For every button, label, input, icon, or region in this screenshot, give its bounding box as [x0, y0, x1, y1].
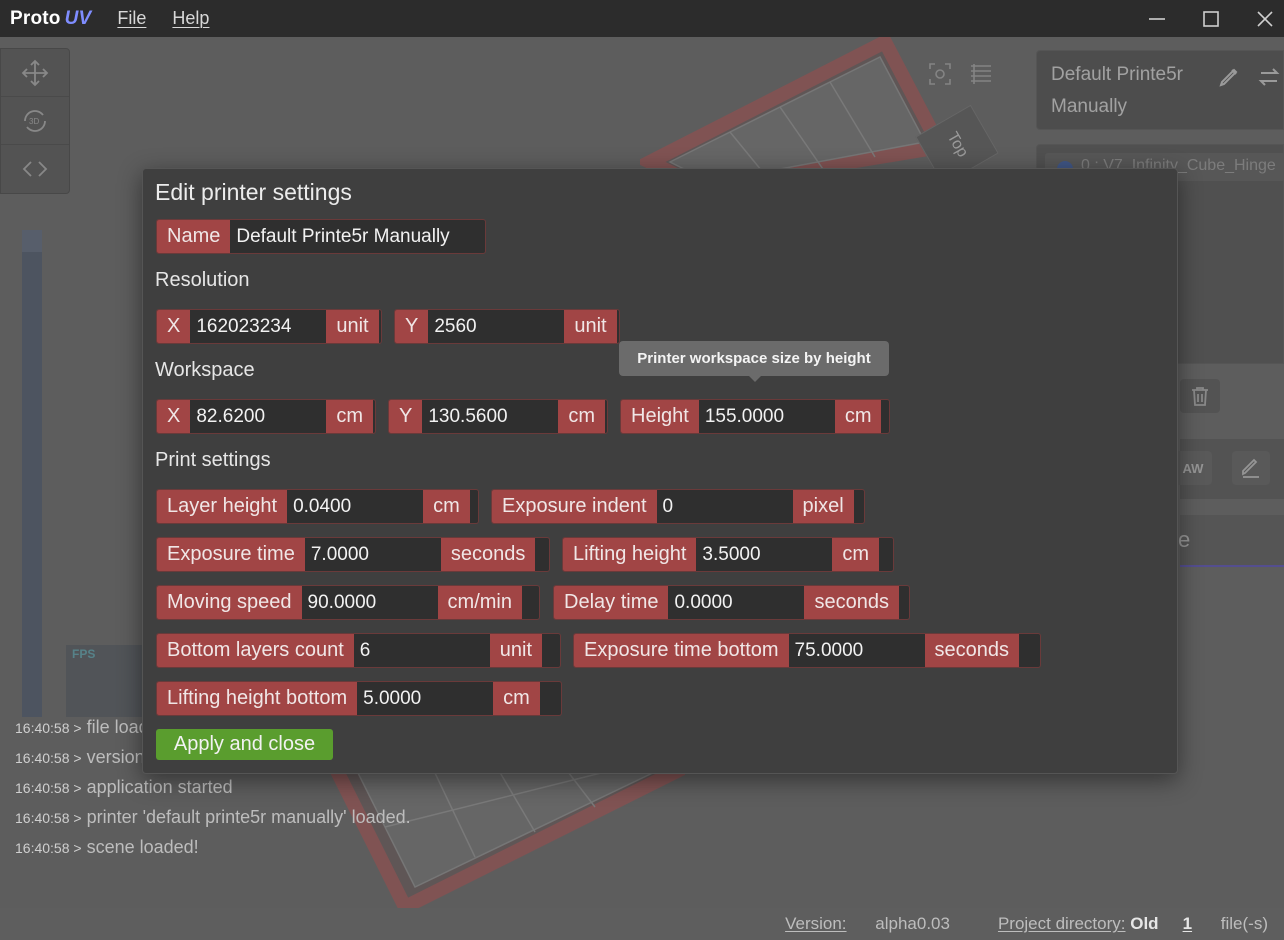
close-button[interactable] — [1238, 0, 1284, 37]
file-count-status[interactable]: 1 file(-s) — [1183, 914, 1268, 934]
log-line: 16:40:58 > printer 'default printe5r man… — [15, 807, 411, 827]
layer-height-unit: cm — [423, 490, 470, 523]
exposure-time-bottom-field: Exposure time bottom seconds — [573, 633, 1041, 668]
resolution-x-label: X — [157, 310, 191, 343]
log-line: 16:40:58 > application started — [15, 777, 233, 797]
resolution-x-unit: unit — [326, 310, 379, 343]
exposure-time-label: Exposure time — [157, 538, 305, 571]
lifting-height-input[interactable] — [696, 538, 833, 571]
layer-height-label: Layer height — [157, 490, 288, 523]
resolution-x-input[interactable] — [190, 310, 327, 343]
workspace-y-label: Y — [389, 400, 423, 433]
close-icon — [1257, 10, 1273, 27]
resolution-y-input[interactable] — [428, 310, 565, 343]
resolution-x-field: X unit — [156, 309, 382, 344]
menu-file[interactable]: File — [117, 8, 146, 29]
workspace-height-label: Height — [621, 400, 699, 433]
workspace-x-label: X — [157, 400, 191, 433]
print-settings-heading: Print settings — [155, 449, 271, 471]
workspace-y-field: Y cm — [388, 399, 608, 434]
bottom-layers-count-input[interactable] — [353, 634, 490, 667]
maximize-button[interactable] — [1184, 0, 1238, 37]
exposure-indent-input[interactable] — [656, 490, 793, 523]
moving-speed-input[interactable] — [301, 586, 438, 619]
workspace-height-unit: cm — [834, 400, 882, 433]
maximize-icon — [1203, 10, 1219, 27]
app-logo: Proto UV — [10, 8, 91, 30]
workspace-height-field: Height cm — [620, 399, 890, 434]
exposure-time-bottom-label: Exposure time bottom — [574, 634, 789, 667]
edit-printer-dialog: Edit printer settings Name Resolution X … — [142, 168, 1178, 774]
log-line: 16:40:58 > scene loaded! — [15, 837, 199, 857]
minimize-button[interactable] — [1130, 0, 1184, 37]
menu-help[interactable]: Help — [172, 8, 209, 29]
workspace-height-tooltip: Printer workspace size by height — [619, 341, 889, 382]
minimize-icon — [1149, 17, 1165, 20]
workspace-heading: Workspace — [155, 359, 255, 381]
lifting-height-bottom-field: Lifting height bottom cm — [156, 681, 562, 716]
lifting-height-bottom-input[interactable] — [357, 682, 494, 715]
layer-height-input[interactable] — [287, 490, 424, 523]
lifting-height-unit: cm — [832, 538, 880, 571]
delay-time-input[interactable] — [668, 586, 805, 619]
name-label: Name — [157, 220, 231, 253]
bottom-layers-count-unit: unit — [489, 634, 542, 667]
exposure-indent-label: Exposure indent — [492, 490, 657, 523]
exposure-time-bottom-unit: seconds — [924, 634, 1020, 667]
version-status: Version: alpha0.03 — [785, 914, 950, 933]
lifting-height-bottom-unit: cm — [493, 682, 540, 715]
resolution-y-field: Y unit — [394, 309, 620, 344]
exposure-indent-field: Exposure indent pixel — [491, 489, 865, 524]
resolution-y-label: Y — [395, 310, 429, 343]
apply-and-close-button[interactable]: Apply and close — [156, 729, 333, 760]
printer-name-input[interactable] — [230, 220, 481, 253]
moving-speed-label: Moving speed — [157, 586, 302, 619]
workspace-x-field: X cm — [156, 399, 376, 434]
status-bar: Version: alpha0.03 Project directory: Ol… — [0, 908, 1284, 940]
layer-height-field: Layer height cm — [156, 489, 479, 524]
lifting-height-bottom-label: Lifting height bottom — [157, 682, 358, 715]
dialog-title: Edit printer settings — [155, 179, 352, 205]
moving-speed-field: Moving speed cm/min — [156, 585, 540, 620]
resolution-heading: Resolution — [155, 269, 250, 291]
printer-name-field: Name — [156, 219, 486, 254]
workspace-x-unit: cm — [326, 400, 374, 433]
logo-mark: UV — [64, 7, 92, 29]
delay-time-label: Delay time — [554, 586, 669, 619]
moving-speed-unit: cm/min — [437, 586, 522, 619]
bottom-layers-count-label: Bottom layers count — [157, 634, 354, 667]
title-bar: Proto UV File Help — [0, 0, 1284, 37]
workspace-height-input[interactable] — [698, 400, 835, 433]
exposure-indent-unit: pixel — [792, 490, 854, 523]
lifting-height-label: Lifting height — [563, 538, 697, 571]
lifting-height-field: Lifting height cm — [562, 537, 894, 572]
exposure-time-input[interactable] — [304, 538, 441, 571]
workspace-y-input[interactable] — [422, 400, 559, 433]
logo-text: Proto — [10, 7, 61, 29]
exposure-time-field: Exposure time seconds — [156, 537, 550, 572]
delay-time-unit: seconds — [804, 586, 899, 619]
exposure-time-unit: seconds — [440, 538, 536, 571]
bottom-layers-count-field: Bottom layers count unit — [156, 633, 561, 668]
project-directory-status[interactable]: Project directory: Old — [974, 914, 1159, 934]
delay-time-field: Delay time seconds — [553, 585, 910, 620]
workspace-y-unit: cm — [558, 400, 606, 433]
workspace-x-input[interactable] — [190, 400, 327, 433]
resolution-y-unit: unit — [564, 310, 617, 343]
exposure-time-bottom-input[interactable] — [788, 634, 925, 667]
